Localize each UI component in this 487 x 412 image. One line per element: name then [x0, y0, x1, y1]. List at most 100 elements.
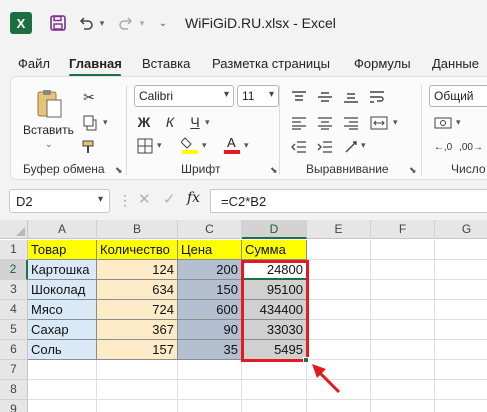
align-right-icon[interactable]: [340, 113, 362, 133]
align-center-icon[interactable]: [314, 113, 336, 133]
table-cell[interactable]: 200: [178, 260, 242, 280]
empty-cell[interactable]: [435, 280, 487, 300]
align-left-icon[interactable]: [288, 113, 310, 133]
empty-cell[interactable]: [435, 340, 487, 360]
tab-file[interactable]: Файл: [18, 56, 50, 71]
table-cell[interactable]: 90: [178, 320, 242, 340]
italic-button[interactable]: К: [160, 111, 180, 133]
table-header-cell[interactable]: Сумма: [242, 240, 307, 260]
row-header[interactable]: 7: [0, 360, 28, 380]
alignment-launcher-icon[interactable]: ⬊: [409, 165, 417, 176]
copy-dropdown-icon[interactable]: ▾: [103, 117, 108, 128]
table-cell[interactable]: 124: [97, 260, 178, 280]
row-header[interactable]: 6: [0, 340, 28, 360]
customize-toolbar-icon[interactable]: ⌄: [155, 12, 171, 34]
column-header[interactable]: G: [435, 220, 487, 239]
empty-cell[interactable]: [307, 240, 371, 260]
column-header[interactable]: E: [307, 220, 371, 239]
underline-button[interactable]: Ч: [185, 111, 205, 133]
table-header-cell[interactable]: Количество: [97, 240, 178, 260]
borders-dropdown-icon[interactable]: ▾: [157, 140, 162, 151]
align-middle-icon[interactable]: [314, 87, 336, 107]
increase-indent-icon[interactable]: [314, 137, 336, 157]
font-color-dropdown-icon[interactable]: ▾: [244, 140, 249, 151]
empty-cell[interactable]: [371, 300, 435, 320]
paste-dropdown-icon[interactable]: ⌄: [45, 139, 53, 150]
undo-dropdown-icon[interactable]: ▾: [96, 12, 108, 34]
empty-cell[interactable]: [435, 400, 487, 412]
orientation-dropdown-icon[interactable]: ▾: [361, 140, 366, 151]
decrease-decimal-icon[interactable]: ,00→: [459, 137, 483, 157]
row-header[interactable]: 5: [0, 320, 28, 340]
table-cell[interactable]: 35: [178, 340, 242, 360]
empty-cell[interactable]: [178, 400, 242, 412]
select-all-button[interactable]: [0, 220, 28, 239]
row-header[interactable]: 3: [0, 280, 28, 300]
table-header-cell[interactable]: Товар: [28, 240, 97, 260]
merge-center-icon[interactable]: [366, 113, 392, 133]
empty-cell[interactable]: [435, 320, 487, 340]
empty-cell[interactable]: [242, 380, 307, 400]
empty-cell[interactable]: [97, 380, 178, 400]
decrease-indent-icon[interactable]: [288, 137, 310, 157]
cancel-icon[interactable]: ✕: [138, 190, 151, 208]
font-launcher-icon[interactable]: ⬊: [270, 165, 278, 176]
empty-cell[interactable]: [371, 380, 435, 400]
currency-icon[interactable]: [431, 113, 455, 133]
fill-handle[interactable]: [303, 357, 309, 363]
empty-cell[interactable]: [371, 320, 435, 340]
empty-cell[interactable]: [307, 380, 371, 400]
number-format-select[interactable]: Общий: [429, 85, 487, 107]
empty-cell[interactable]: [435, 240, 487, 260]
wrap-text-icon[interactable]: [366, 87, 388, 107]
empty-cell[interactable]: [435, 360, 487, 380]
empty-cell[interactable]: [435, 300, 487, 320]
row-header[interactable]: 1: [0, 240, 28, 260]
empty-cell[interactable]: [371, 400, 435, 412]
column-header[interactable]: D: [242, 220, 307, 239]
empty-cell[interactable]: [371, 360, 435, 380]
empty-cell[interactable]: [178, 360, 242, 380]
row-header[interactable]: 2: [0, 260, 28, 280]
format-painter-icon[interactable]: [79, 137, 99, 157]
clipboard-launcher-icon[interactable]: ⬊: [115, 165, 123, 176]
tab-home[interactable]: Главная: [69, 56, 122, 71]
empty-cell[interactable]: [307, 340, 371, 360]
row-header[interactable]: 4: [0, 300, 28, 320]
empty-cell[interactable]: [371, 240, 435, 260]
column-header[interactable]: B: [97, 220, 178, 239]
empty-cell[interactable]: [307, 280, 371, 300]
paste-icon[interactable]: [33, 87, 65, 121]
tab-data[interactable]: Данные: [432, 56, 479, 71]
enter-icon[interactable]: ✓: [163, 190, 176, 208]
empty-cell[interactable]: [307, 400, 371, 412]
table-cell[interactable]: 157: [97, 340, 178, 360]
column-header[interactable]: A: [28, 220, 97, 239]
orientation-icon[interactable]: [340, 137, 362, 157]
empty-cell[interactable]: [242, 360, 307, 380]
empty-cell[interactable]: [97, 400, 178, 412]
tab-formulas[interactable]: Формулы: [354, 56, 411, 71]
empty-cell[interactable]: [435, 380, 487, 400]
table-cell[interactable]: Шоколад: [28, 280, 97, 300]
empty-cell[interactable]: [97, 360, 178, 380]
table-cell[interactable]: Картошка: [28, 260, 97, 280]
underline-dropdown-icon[interactable]: ▾: [205, 117, 210, 128]
insert-function-button[interactable]: fx: [187, 190, 200, 206]
empty-cell[interactable]: [307, 360, 371, 380]
empty-cell[interactable]: [28, 360, 97, 380]
table-cell[interactable]: 724: [97, 300, 178, 320]
align-bottom-icon[interactable]: [340, 87, 362, 107]
copy-icon[interactable]: [79, 113, 101, 133]
more-icon[interactable]: ⋮: [118, 192, 132, 209]
empty-cell[interactable]: [371, 340, 435, 360]
empty-cell[interactable]: [371, 280, 435, 300]
table-cell[interactable]: 150: [178, 280, 242, 300]
table-cell[interactable]: Соль: [28, 340, 97, 360]
increase-decimal-icon[interactable]: ←,0: [431, 137, 455, 157]
tab-page-layout[interactable]: Разметка страницы: [212, 56, 330, 71]
name-box[interactable]: D2 ▾: [9, 189, 110, 213]
empty-cell[interactable]: [435, 260, 487, 280]
table-cell[interactable]: Сахар: [28, 320, 97, 340]
font-family-select[interactable]: Calibri ▾: [134, 85, 234, 107]
